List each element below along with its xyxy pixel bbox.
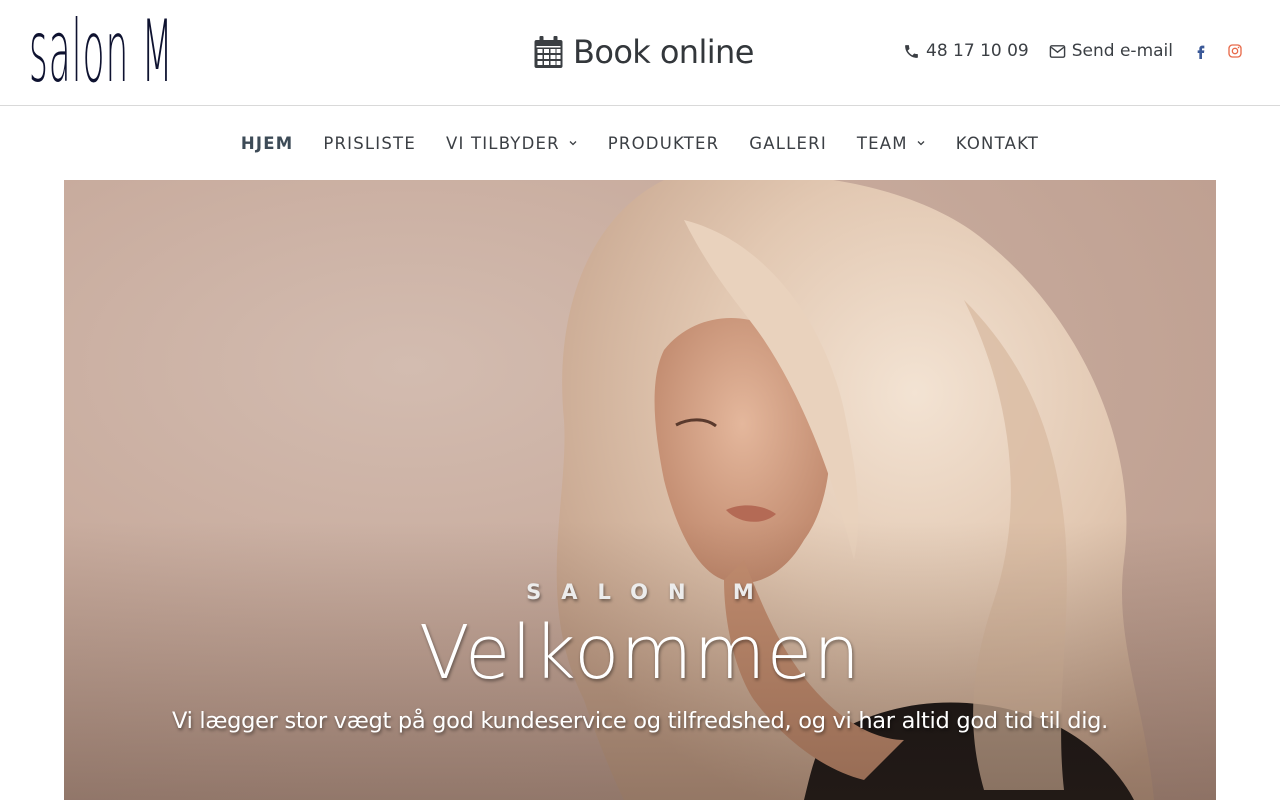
nav-item-vi-tilbyder[interactable]: VI TILBYDER bbox=[446, 134, 578, 153]
nav-item-label: HJEM bbox=[240, 133, 294, 153]
book-online-button[interactable]: Book online bbox=[534, 28, 754, 76]
chevron-down-icon bbox=[917, 141, 925, 146]
nav-item-hjem[interactable]: HJEM bbox=[241, 134, 293, 153]
social-links bbox=[1193, 43, 1243, 59]
main-nav: HJEM PRISLISTE VI TILBYDER PRODUKTER GAL… bbox=[0, 106, 1280, 180]
nav-item-prisliste[interactable]: PRISLISTE bbox=[323, 134, 416, 153]
contact-bar: 48 17 10 09 Send e-mail bbox=[903, 36, 1243, 66]
hero-title: Velkommen bbox=[418, 610, 862, 696]
hero-banner: SALON M Velkommen Vi lægger stor vægt på… bbox=[64, 180, 1216, 800]
site-header: salon M Book online 48 17 10 09 Send e-m… bbox=[0, 0, 1280, 106]
hero-image bbox=[64, 180, 1216, 800]
chevron-down-icon bbox=[569, 141, 577, 146]
nav-item-label: GALLERI bbox=[749, 133, 827, 153]
salon-m-logo[interactable]: salon M bbox=[29, 9, 174, 95]
book-online-label: Book online bbox=[573, 33, 754, 71]
nav-item-label: TEAM bbox=[856, 133, 908, 153]
nav-item-label: KONTAKT bbox=[955, 133, 1040, 153]
facebook-icon[interactable] bbox=[1193, 43, 1209, 59]
nav-item-produkter[interactable]: PRODUKTER bbox=[608, 134, 720, 153]
hero-subtitle: Vi lægger stor vægt på god kundeservice … bbox=[172, 708, 1108, 734]
phone-number: 48 17 10 09 bbox=[926, 41, 1029, 61]
envelope-icon bbox=[1049, 44, 1066, 58]
nav-item-galleri[interactable]: GALLERI bbox=[749, 134, 827, 153]
nav-item-label: VI TILBYDER bbox=[445, 133, 560, 153]
email-link[interactable]: Send e-mail bbox=[1049, 41, 1173, 61]
nav-item-kontakt[interactable]: KONTAKT bbox=[956, 134, 1039, 153]
instagram-icon[interactable] bbox=[1227, 43, 1243, 59]
nav-item-team[interactable]: TEAM bbox=[857, 134, 926, 153]
calendar-icon bbox=[534, 36, 563, 68]
nav-item-label: PRISLISTE bbox=[323, 133, 416, 153]
phone-link[interactable]: 48 17 10 09 bbox=[903, 41, 1029, 61]
phone-icon bbox=[905, 44, 918, 58]
email-label: Send e-mail bbox=[1071, 41, 1173, 61]
hero-kicker: SALON M bbox=[526, 580, 774, 604]
nav-item-label: PRODUKTER bbox=[607, 133, 720, 153]
